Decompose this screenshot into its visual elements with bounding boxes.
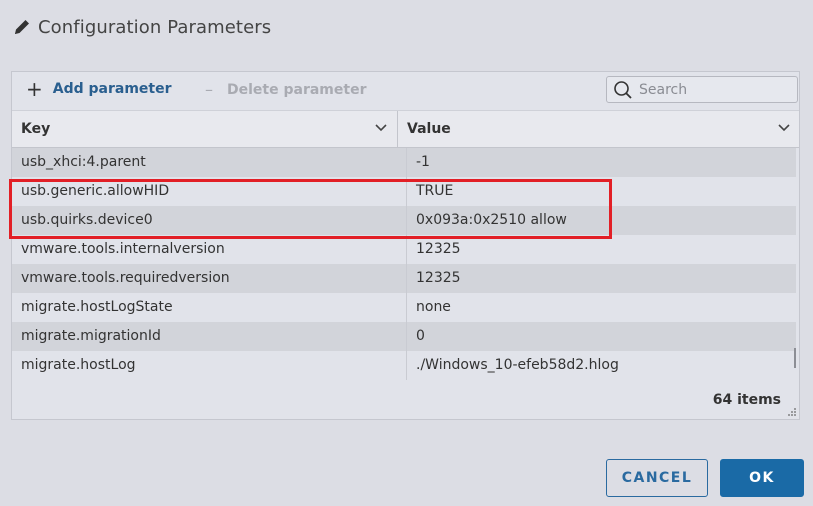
value-cell: 12325 — [416, 270, 461, 286]
plus-icon: + — [26, 77, 43, 101]
table-row[interactable]: migrate.hostLog ./Windows_10-efeb58d2.hl… — [12, 351, 796, 380]
column-header-value[interactable]: Value — [398, 111, 800, 147]
add-parameter-button[interactable]: + Add parameter — [26, 77, 172, 101]
key-cell: usb.generic.allowHID — [21, 183, 170, 199]
value-cell: ./Windows_10-efeb58d2.hlog — [416, 357, 619, 373]
scrollbar[interactable] — [794, 348, 796, 368]
table-body: usb_xhci:4.parent -1 usb.generic.allowHI… — [12, 148, 799, 380]
key-cell: migrate.migrationId — [21, 328, 161, 344]
key-cell: usb_xhci:4.parent — [21, 154, 146, 170]
table-row[interactable]: usb.generic.allowHID TRUE — [12, 177, 796, 206]
delete-parameter-button[interactable]: – Delete parameter — [205, 80, 366, 99]
chevron-down-icon[interactable] — [778, 124, 790, 132]
minus-icon: – — [205, 80, 213, 99]
value-cell: 12325 — [416, 241, 461, 257]
value-cell: TRUE — [416, 183, 454, 199]
value-cell: none — [416, 299, 451, 315]
search-input[interactable] — [639, 81, 779, 98]
value-cell: 0x093a:0x2510 allow — [416, 212, 567, 228]
delete-parameter-label: Delete parameter — [227, 81, 367, 98]
chevron-down-icon[interactable] — [375, 124, 387, 132]
table-row[interactable]: usb_xhci:4.parent -1 — [12, 148, 796, 177]
resize-handle-icon[interactable] — [787, 407, 797, 417]
value-cell: 0 — [416, 328, 425, 344]
key-cell: vmware.tools.requiredversion — [21, 270, 230, 286]
key-cell: migrate.hostLogState — [21, 299, 173, 315]
table-row[interactable]: migrate.hostLogState none — [12, 293, 796, 322]
column-header-value-label: Value — [407, 121, 451, 137]
table-row[interactable]: vmware.tools.requiredversion 12325 — [12, 264, 796, 293]
dialog-title: Configuration Parameters — [38, 16, 272, 38]
pencil-icon — [15, 20, 29, 34]
cancel-button[interactable]: CANCEL — [606, 459, 708, 497]
column-header-key-label: Key — [21, 121, 51, 137]
key-cell: vmware.tools.internalversion — [21, 241, 225, 257]
ok-button[interactable]: OK — [720, 459, 804, 497]
column-header-key[interactable]: Key — [12, 111, 398, 147]
add-parameter-label: Add parameter — [52, 81, 172, 97]
key-cell: usb.quirks.device0 — [21, 212, 153, 228]
toolbar: + Add parameter – Delete parameter — [12, 72, 799, 110]
key-cell: migrate.hostLog — [21, 357, 136, 373]
parameters-panel: + Add parameter – Delete parameter Key V… — [11, 71, 800, 420]
search-icon — [614, 80, 632, 99]
dialog-title-bar: Configuration Parameters — [12, 14, 271, 40]
table-header: Key Value — [12, 110, 799, 148]
search-box — [606, 76, 798, 103]
table-row[interactable]: vmware.tools.internalversion 12325 — [12, 235, 796, 264]
value-cell: -1 — [416, 154, 430, 170]
table-row[interactable]: usb.quirks.device0 0x093a:0x2510 allow — [12, 206, 796, 235]
table-row[interactable]: migrate.migrationId 0 — [12, 322, 796, 351]
item-count: 64 items — [712, 392, 781, 408]
